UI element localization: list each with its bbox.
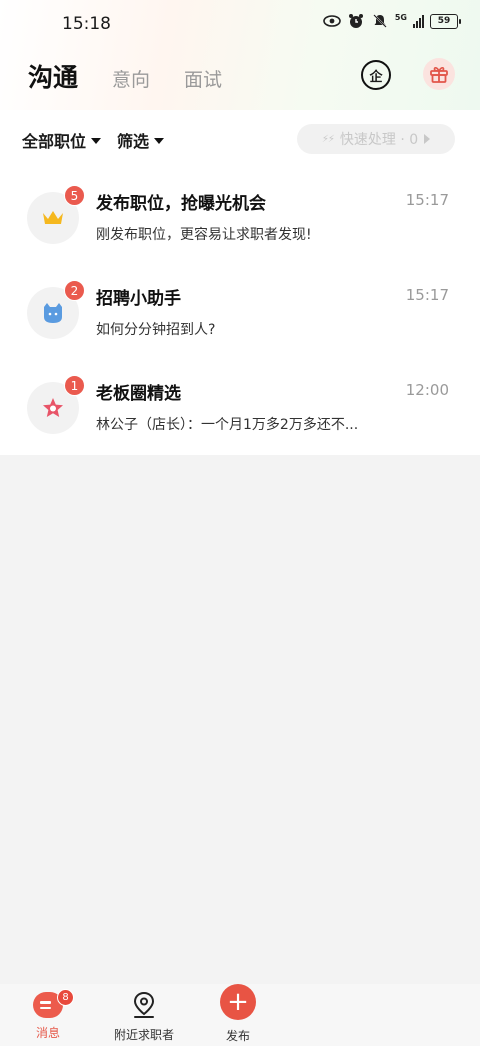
quick-process-label: 快速处理 · 0 — [339, 132, 419, 148]
battery-icon: 59 — [430, 13, 461, 29]
nav-messages[interactable]: 8 消息 — [3, 984, 93, 1041]
conversation-item[interactable]: 2 招聘小助手 15:17 如何分分钟招到人? — [0, 280, 480, 382]
unread-badge: 5 — [64, 185, 85, 206]
conversation-title: 老板圈精选 — [96, 384, 181, 404]
location-pin-icon — [129, 990, 159, 1024]
all-positions-label: 全部职位 — [22, 132, 87, 151]
filter-row: 全部职位 筛选 — [22, 128, 165, 152]
add-icon: + — [220, 984, 256, 1020]
company-icon-label: 企 — [369, 69, 383, 85]
conversation-item[interactable]: 5 发布职位，抢曝光机会 15:17 刚发布职位，更容易让求职者发现! — [0, 185, 480, 287]
gift-icon[interactable] — [423, 58, 455, 90]
caret-right-icon — [424, 134, 431, 144]
filter-dropdown[interactable]: 筛选 — [117, 128, 165, 152]
unread-badge: 1 — [64, 375, 85, 396]
quick-process-button[interactable]: ⚡⚡ 快速处理 · 0 — [297, 124, 455, 154]
conversation-preview: 刚发布职位，更容易让求职者发现! — [96, 227, 312, 243]
nav-messages-label: 消息 — [35, 1026, 60, 1040]
signal-icon — [413, 14, 424, 28]
conversation-preview: 如何分分钟招到人? — [96, 322, 216, 338]
alarm-icon — [347, 12, 365, 30]
caret-down-icon — [91, 138, 102, 144]
bottom-navigation: 8 消息 附近求职者 + 发布 — [0, 984, 480, 1046]
conversation-time: 12:00 — [405, 381, 449, 399]
conversation-time: 15:17 — [405, 286, 449, 304]
status-icons: 5G 59 — [323, 12, 461, 30]
messages-badge: 8 — [57, 989, 74, 1006]
tab-interview[interactable]: 面试 — [184, 65, 222, 92]
company-icon[interactable]: 企 — [361, 60, 391, 90]
lightning-icon: ⚡⚡ — [321, 133, 335, 145]
caret-down-icon — [154, 138, 165, 144]
status-time: 15:18 — [62, 14, 111, 34]
nav-publish[interactable]: + 发布 — [193, 984, 283, 1044]
header-tabs: 沟通 意向 面试 — [28, 58, 222, 94]
nav-nearby-seekers[interactable]: 附近求职者 — [99, 984, 189, 1043]
unread-badge: 2 — [64, 280, 85, 301]
tab-intention[interactable]: 意向 — [112, 65, 150, 92]
battery-level: 59 — [437, 16, 451, 26]
conversation-title: 发布职位，抢曝光机会 — [96, 194, 266, 214]
all-positions-dropdown[interactable]: 全部职位 — [22, 128, 102, 152]
nav-publish-label: 发布 — [225, 1029, 250, 1043]
conversation-time: 15:17 — [405, 191, 449, 209]
eye-icon — [323, 12, 341, 30]
conversation-preview: 林公子（店长）：一个月1万多2万多还不... — [96, 417, 359, 433]
mute-icon — [371, 12, 389, 30]
nav-nearby-label: 附近求职者 — [113, 1028, 174, 1042]
conversation-title: 招聘小助手 — [96, 289, 181, 309]
network-type: 5G — [394, 13, 407, 22]
conversation-item[interactable]: 1 老板圈精选 12:00 林公子（店长）：一个月1万多2万多还不... — [0, 375, 480, 477]
filter-label: 筛选 — [117, 132, 150, 151]
tab-communication[interactable]: 沟通 — [28, 58, 78, 94]
